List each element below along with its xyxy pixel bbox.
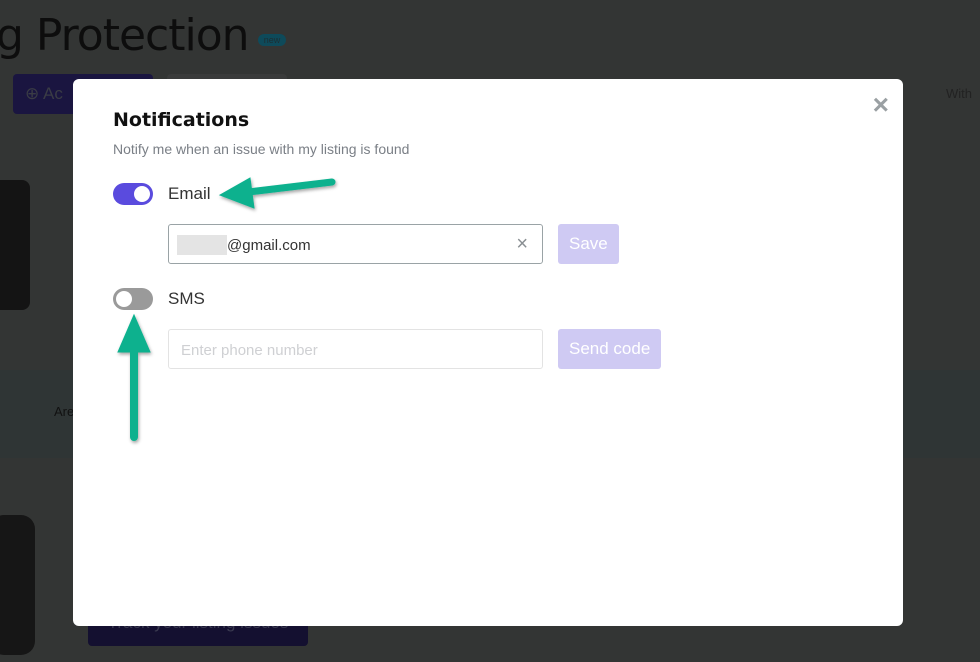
product-image bbox=[0, 515, 35, 655]
banner-text: Are bbox=[54, 404, 75, 419]
send-code-button[interactable]: Send code bbox=[558, 329, 662, 369]
phone-field-wrapper bbox=[168, 329, 543, 370]
product-image bbox=[0, 180, 30, 310]
email-field-wrapper: × bbox=[168, 224, 549, 265]
close-icon[interactable]: × bbox=[873, 91, 889, 119]
sms-toggle[interactable] bbox=[113, 288, 153, 310]
filter-text: With bbox=[946, 86, 972, 101]
new-badge: new bbox=[258, 34, 286, 46]
page-title: g Protection bbox=[0, 10, 250, 61]
sms-label: SMS bbox=[168, 289, 205, 308]
toggle-knob bbox=[134, 186, 150, 202]
phone-number-input[interactable] bbox=[179, 330, 503, 370]
clear-icon[interactable]: × bbox=[516, 233, 528, 256]
email-toggle[interactable] bbox=[113, 183, 153, 205]
email-label: Email bbox=[168, 184, 211, 203]
toggle-knob bbox=[116, 291, 132, 307]
email-field[interactable] bbox=[179, 225, 549, 265]
redacted-text bbox=[177, 235, 227, 255]
save-button[interactable]: Save bbox=[558, 224, 619, 264]
notifications-modal: × Notifications Notify me when an issue … bbox=[73, 79, 903, 626]
modal-title: Notifications bbox=[113, 109, 250, 131]
modal-subtitle: Notify me when an issue with my listing … bbox=[113, 141, 410, 157]
